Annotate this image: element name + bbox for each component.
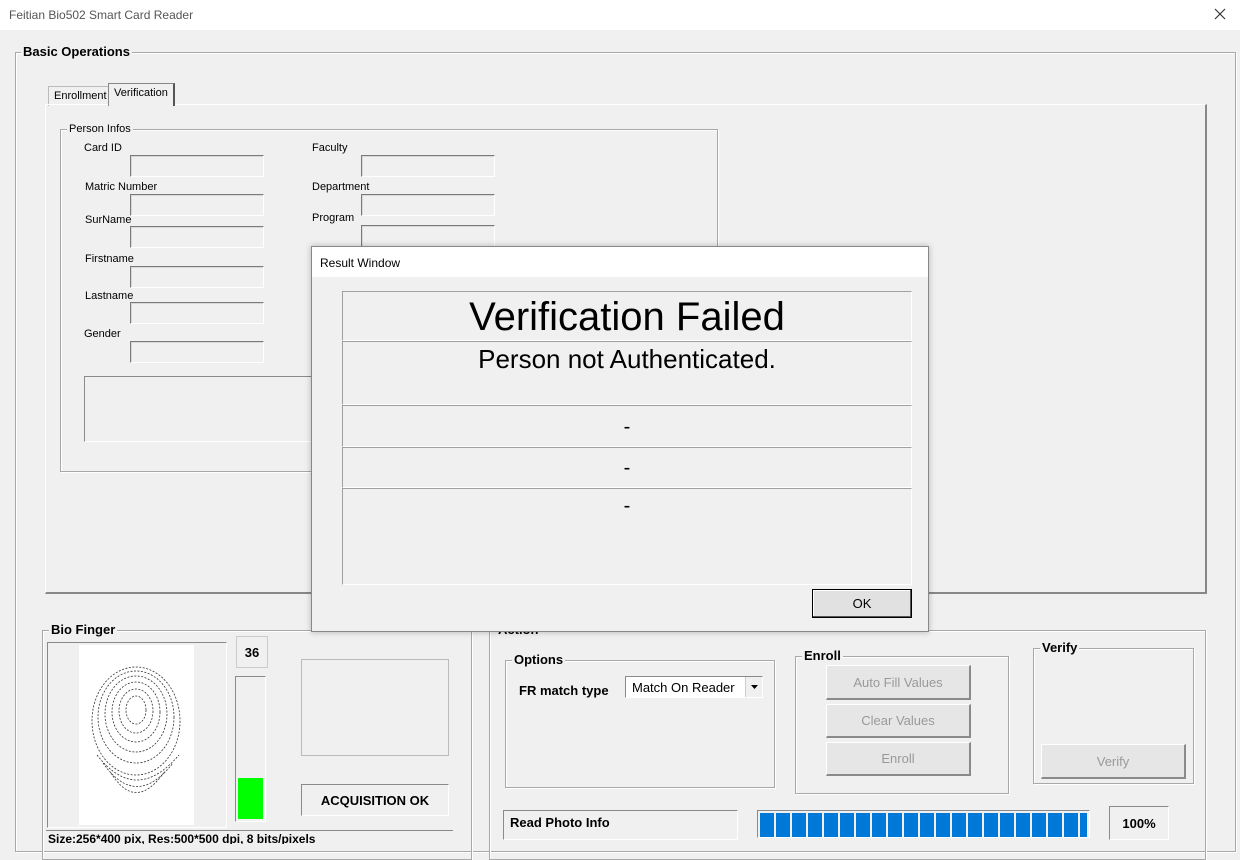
progress-bar [757,810,1090,838]
image-info-bar: Size:256*400 pix, Res:500*500 dpi, 8 bit… [46,830,453,844]
program-field[interactable] [361,225,495,247]
lastname-field[interactable] [130,302,264,324]
quality-bar [235,676,266,822]
verify-button[interactable]: Verify [1041,744,1186,779]
fingerprint-image [79,645,194,825]
notes-area [84,376,324,442]
surname-label: SurName [85,214,132,226]
result-line2-cell: - [342,447,912,488]
card-id-field[interactable] [130,155,264,177]
quality-value: 36 [244,644,260,660]
result-window-title: Result Window [320,256,401,270]
auto-fill-values-button[interactable]: Auto Fill Values [826,665,971,700]
dropdown-arrow-button[interactable] [745,677,762,697]
result-line2: - [623,457,631,479]
tab-verification[interactable]: Verification [108,83,175,106]
matric-number-field[interactable] [130,194,264,216]
tab-enrollment[interactable]: Enrollment [48,86,113,106]
close-icon[interactable] [1210,4,1230,24]
department-label: Department [312,181,370,193]
fingerprint-frame [47,642,227,828]
progress-percent: 100% [1122,815,1156,831]
quality-value-box: 36 [236,636,268,668]
acquisition-status-box: ACQUISITION OK [301,784,449,816]
title-bar: Feitian Bio502 Smart Card Reader [0,0,1240,30]
verify-title: Verify [1040,640,1080,655]
person-infos-title: Person Infos [67,123,133,135]
firstname-field[interactable] [130,266,264,288]
result-heading-cell: Verification Failed [342,291,912,341]
result-window: Result Window Verification Failed Person… [311,246,929,632]
ok-button[interactable]: OK [812,589,912,618]
fr-match-type-label: FR match type [519,683,609,698]
fr-match-type-value: Match On Reader [632,680,735,695]
chevron-down-icon [751,685,758,689]
result-line3: - [623,495,631,517]
quality-bar-fill [238,778,263,819]
fr-match-type-select[interactable]: Match On Reader [625,676,763,698]
matric-number-label: Matric Number [85,181,158,193]
options-title: Options [512,652,566,667]
result-line1-cell: - [342,405,912,447]
bio-finger-title: Bio Finger [49,622,118,637]
enroll-button[interactable]: Enroll [826,742,971,776]
faculty-field[interactable] [361,155,495,177]
image-info: Size:256*400 pix, Res:500*500 dpi, 8 bit… [48,832,316,844]
progress-percent-box: 100% [1109,806,1169,840]
result-heading: Verification Failed [469,295,785,339]
result-line3-cell: - [342,488,912,585]
clear-values-button[interactable]: Clear Values [826,704,971,738]
read-photo-info: Read Photo Info [510,815,610,830]
card-id-label: Card ID [84,142,122,154]
result-window-titlebar: Result Window [312,247,928,277]
surname-field[interactable] [130,226,264,248]
result-message-cell: Person not Authenticated. [342,341,912,405]
acquisition-status: ACQUISITION OK [320,792,430,808]
program-label: Program [312,212,355,224]
window-title: Feitian Bio502 Smart Card Reader [9,8,194,22]
department-field[interactable] [361,194,495,216]
enroll-title: Enroll [802,648,843,663]
firstname-label: Firstname [85,253,134,265]
gender-label: Gender [84,328,121,340]
result-message: Person not Authenticated. [478,344,776,374]
read-photo-info-box: Read Photo Info [503,810,738,840]
basic-operations-title: Basic Operations [21,44,132,59]
preview-box [301,659,449,756]
progress-bar-fill [760,813,1087,837]
result-line1: - [623,416,631,438]
lastname-label: Lastname [85,290,134,302]
gender-field[interactable] [130,341,264,363]
fingerprint-icon [91,666,181,793]
faculty-label: Faculty [312,142,348,154]
